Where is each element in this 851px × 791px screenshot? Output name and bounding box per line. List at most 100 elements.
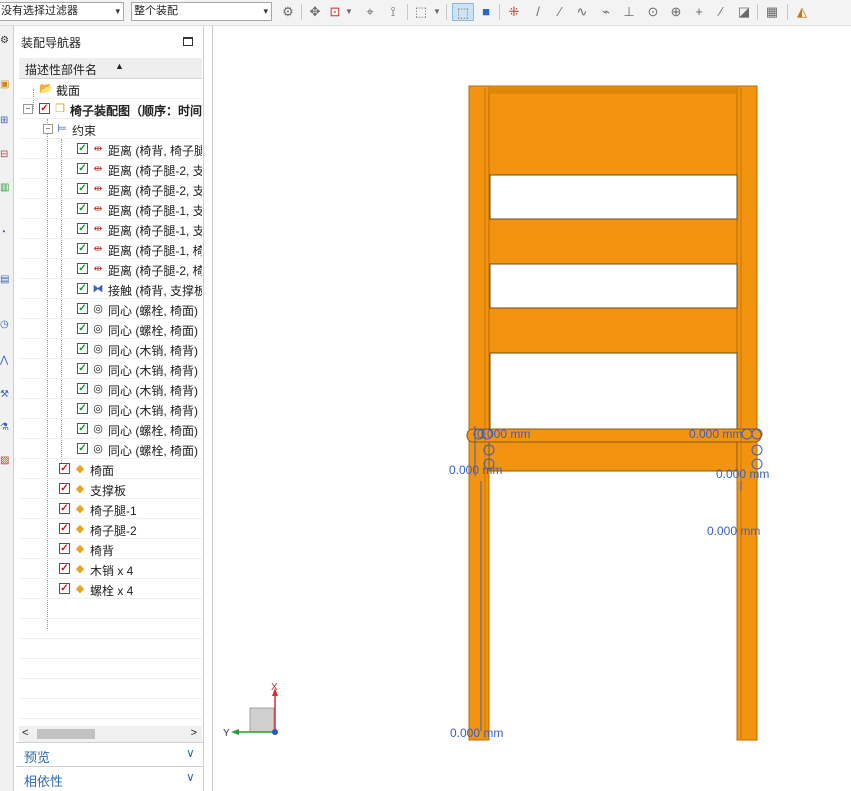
visibility-checkbox[interactable]: ✓ bbox=[77, 403, 88, 414]
assembly-select-icon[interactable]: ⚙ bbox=[279, 3, 297, 21]
tree-row[interactable]: ✓ ◎ 同心 (木销, 椅背) bbox=[19, 399, 202, 419]
visibility-checkbox[interactable]: ✓ bbox=[77, 303, 88, 314]
graphics-window[interactable]: 0.000 mm 0.000 mm 0.000 mm 0.000 mm 0.00… bbox=[212, 26, 851, 791]
tree-row[interactable]: ✓ ⇹ 距离 (椅背, 椅子腿 bbox=[19, 139, 202, 159]
support-board[interactable] bbox=[488, 441, 738, 472]
shaded-view-icon[interactable]: ■ bbox=[477, 3, 495, 21]
tree-row[interactable]: ✓ ◎ 同心 (螺栓, 椅面) bbox=[19, 439, 202, 459]
selection-filter-dropdown[interactable]: 没有选择过滤器 ▾ bbox=[0, 2, 124, 21]
tree-row[interactable]: ✓ ◎ 同心 (木销, 椅背) bbox=[19, 359, 202, 379]
visibility-checkbox[interactable]: ✓ bbox=[77, 183, 88, 194]
settings-icon[interactable]: ⚙ bbox=[0, 34, 12, 48]
spline-icon[interactable]: ⌁ bbox=[597, 3, 615, 21]
tree-row[interactable]: ✓ ◆ 木销 x 4 bbox=[19, 559, 202, 579]
tree-row[interactable]: ✓ ⇹ 距离 (椅子腿-2, 支 bbox=[19, 159, 202, 179]
dimension-label[interactable]: 0.000 mm bbox=[449, 463, 502, 477]
visibility-checkbox[interactable]: ✓ bbox=[77, 343, 88, 354]
visibility-checkbox[interactable]: ✓ bbox=[77, 283, 88, 294]
visibility-checkbox[interactable]: ✓ bbox=[59, 543, 70, 554]
constraint-navigator-icon[interactable]: ⊞ bbox=[0, 114, 12, 128]
visibility-checkbox[interactable]: ✓ bbox=[59, 523, 70, 534]
tree-row[interactable]: ✓ ◎ 同心 (木销, 椅背) bbox=[19, 379, 202, 399]
quadrant-icon[interactable]: ⊕ bbox=[667, 3, 685, 21]
tree-row[interactable]: ✓ ◆ 螺栓 x 4 bbox=[19, 579, 202, 599]
tree-row[interactable]: ✓ ◎ 同心 (螺栓, 椅面) bbox=[19, 319, 202, 339]
history-icon[interactable]: ▤ bbox=[0, 273, 12, 287]
visibility-checkbox[interactable]: ✓ bbox=[77, 163, 88, 174]
visibility-checkbox[interactable]: ✓ bbox=[77, 223, 88, 234]
existing-point-icon[interactable]: + bbox=[690, 3, 708, 21]
tree-row[interactable]: 📂 截面 bbox=[19, 79, 202, 99]
point-on-curve-icon[interactable]: ⁄ bbox=[712, 3, 730, 21]
tree-row[interactable]: ✓ ◎ 同心 (螺栓, 椅面) bbox=[19, 299, 202, 319]
curve-icon[interactable]: ∿ bbox=[573, 3, 591, 21]
scroll-right-icon[interactable]: > bbox=[191, 727, 197, 739]
tree-row[interactable]: ✓ ◆ 椅面 bbox=[19, 459, 202, 479]
arc-center-icon[interactable]: ⊙ bbox=[644, 3, 662, 21]
chair-model[interactable]: 0.000 mm 0.000 mm 0.000 mm 0.000 mm 0.00… bbox=[213, 26, 851, 791]
tree-row[interactable]: ✓ ⧓ 接触 (椅背, 支撑板 bbox=[19, 279, 202, 299]
tree-row[interactable]: ✓ ⇹ 距离 (椅子腿-1, 支 bbox=[19, 219, 202, 239]
visibility-checkbox[interactable]: ✓ bbox=[77, 383, 88, 394]
tree-row[interactable]: ✓ ⇹ 距离 (椅子腿-1, 椅 bbox=[19, 239, 202, 259]
visibility-checkbox[interactable]: ✓ bbox=[59, 563, 70, 574]
tree-row[interactable]: − ✓ ❒ 椅子装配图（顺序：时间 bbox=[19, 99, 202, 119]
rectangle-select-icon[interactable]: ⬚ bbox=[412, 3, 430, 21]
select-box-icon[interactable]: ⊡ bbox=[326, 3, 344, 21]
left-post[interactable] bbox=[468, 85, 490, 741]
tree-row[interactable]: ✓ ◆ 椅背 bbox=[19, 539, 202, 559]
reuse-library-icon[interactable]: ▥ bbox=[0, 181, 12, 195]
visibility-checkbox[interactable]: ✓ bbox=[77, 263, 88, 274]
collapse-icon[interactable]: − bbox=[43, 124, 53, 134]
preview-panel-header[interactable]: 预览 ∨ bbox=[16, 742, 203, 765]
dimension-label[interactable]: 0.000 mm bbox=[716, 467, 769, 481]
scrollbar-thumb[interactable] bbox=[37, 729, 95, 739]
palette-icon[interactable]: ▨ bbox=[0, 454, 12, 468]
assembly-navigator-icon[interactable]: ▣ bbox=[0, 78, 12, 92]
snap-point-icon[interactable]: ⌖ bbox=[361, 3, 379, 21]
dimension-label[interactable]: 0.000 mm bbox=[450, 726, 503, 740]
shaded-edges-icon[interactable]: ⬚ bbox=[452, 3, 474, 21]
visibility-checkbox[interactable]: ✓ bbox=[77, 443, 88, 454]
dependencies-panel-header[interactable]: 相依性 ∨ bbox=[16, 766, 203, 789]
part-navigator-icon[interactable]: ⊟ bbox=[0, 148, 12, 162]
visibility-checkbox[interactable]: ✓ bbox=[77, 323, 88, 334]
visibility-checkbox[interactable]: ✓ bbox=[77, 243, 88, 254]
tree-row[interactable]: ✓ ◎ 同心 (木销, 椅背) bbox=[19, 339, 202, 359]
bounded-grid-icon[interactable]: ▦ bbox=[763, 3, 781, 21]
tree-row[interactable]: ✓ ◆ 椅子腿-2 bbox=[19, 519, 202, 539]
web-browser-icon[interactable]: ◔ bbox=[0, 226, 12, 240]
tree-row[interactable]: − ⊨ 约束 bbox=[19, 119, 202, 139]
select-face-icon[interactable]: ⟟ bbox=[384, 3, 402, 21]
visibility-checkbox[interactable]: ✓ bbox=[59, 583, 70, 594]
clock-icon[interactable]: ◷ bbox=[0, 318, 12, 332]
column-header[interactable]: 描述性部件名 ▲ bbox=[19, 58, 202, 79]
horizontal-scrollbar[interactable]: < > bbox=[19, 726, 202, 742]
visibility-checkbox[interactable]: ✓ bbox=[59, 463, 70, 474]
visibility-checkbox[interactable]: ✓ bbox=[59, 503, 70, 514]
visibility-checkbox[interactable]: ✓ bbox=[59, 483, 70, 494]
selection-scope-dropdown[interactable]: 整个装配 ▾ bbox=[131, 2, 272, 21]
visibility-checkbox[interactable]: ✓ bbox=[77, 363, 88, 374]
line-mid-icon[interactable]: ∕ bbox=[551, 3, 569, 21]
visibility-checkbox[interactable]: ✓ bbox=[77, 203, 88, 214]
maximize-icon[interactable] bbox=[183, 37, 193, 46]
measure-icon[interactable]: ◭ bbox=[793, 3, 811, 21]
chevron-down-icon[interactable]: ▼ bbox=[344, 3, 354, 21]
tree-row[interactable]: ✓ ⇹ 距离 (椅子腿-1, 支 bbox=[19, 199, 202, 219]
visibility-checkbox[interactable]: ✓ bbox=[77, 143, 88, 154]
point-snap-icon[interactable]: ⁜ bbox=[505, 3, 523, 21]
point-on-face-icon[interactable]: ◪ bbox=[735, 3, 753, 21]
tree-row[interactable]: ✓ ◆ 支撑板 bbox=[19, 479, 202, 499]
tree-row[interactable]: ✓ ⇹ 距离 (椅子腿-2, 椅 bbox=[19, 259, 202, 279]
line-end-icon[interactable]: / bbox=[529, 3, 547, 21]
scroll-left-icon[interactable]: < bbox=[22, 727, 28, 739]
dimension-label[interactable]: 0.000 mm bbox=[689, 427, 742, 441]
dimension-label[interactable]: 0.000 mm bbox=[477, 427, 530, 441]
tree-row[interactable]: ✓ ◆ 椅子腿-1 bbox=[19, 499, 202, 519]
visibility-checkbox[interactable]: ✓ bbox=[77, 423, 88, 434]
system-materials-icon[interactable]: ⚗ bbox=[0, 421, 12, 435]
tree-row[interactable]: ✓ ⇹ 距离 (椅子腿-2, 支 bbox=[19, 179, 202, 199]
tree-row[interactable]: ✓ ◎ 同心 (螺栓, 椅面) bbox=[19, 419, 202, 439]
visibility-checkbox[interactable]: ✓ bbox=[39, 103, 50, 114]
